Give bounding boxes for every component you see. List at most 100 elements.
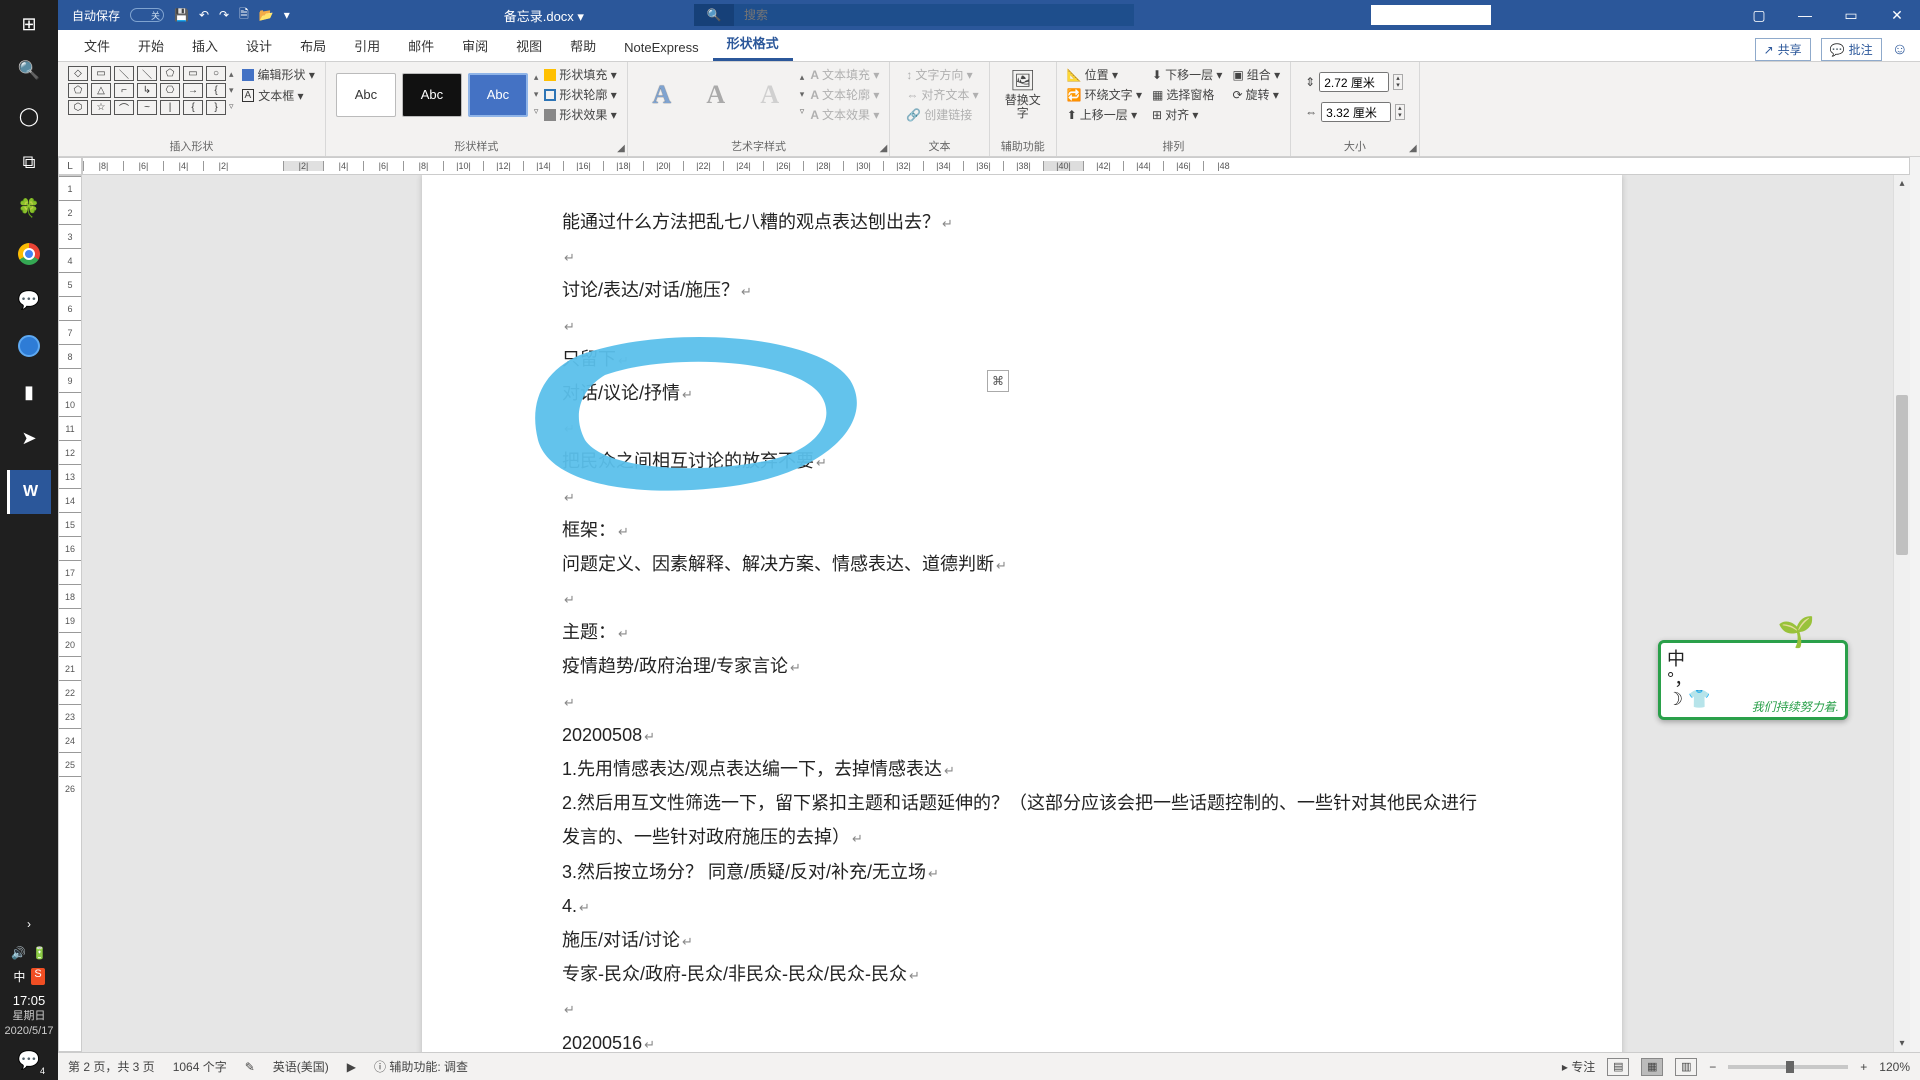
wa-up-icon[interactable]: ▴ — [800, 72, 805, 83]
language-indicator[interactable]: 英语(美国) — [273, 1058, 329, 1075]
shape-fill-button[interactable]: 形状填充 ▾ — [544, 66, 616, 83]
face-icon[interactable]: ☺ — [1892, 41, 1908, 59]
alt-text-button[interactable]: 🖼 替换文字 — [1000, 66, 1046, 124]
chrome-icon[interactable] — [15, 240, 43, 268]
send-backward-button[interactable]: ⬇ 下移一层 ▾ — [1152, 66, 1222, 83]
selection-pane-button[interactable]: ▦ 选择窗格 — [1152, 86, 1222, 103]
dialog-launcher-icon[interactable]: ◢ — [617, 143, 625, 154]
undo-icon[interactable]: ↶ — [199, 8, 209, 22]
freeform-annotation-shape[interactable] — [520, 335, 880, 510]
redo-icon[interactable]: ↷ — [219, 8, 229, 22]
style-up-icon[interactable]: ▴ — [534, 72, 539, 83]
zoom-level[interactable]: 120% — [1879, 1060, 1910, 1074]
scrollbar-thumb[interactable] — [1896, 395, 1908, 555]
bring-forward-button[interactable]: ⬆ 上移一层 ▾ — [1067, 106, 1142, 123]
search-box[interactable]: 🔍 — [694, 4, 1134, 26]
save-icon[interactable]: 💾 — [174, 8, 189, 22]
battery-icon[interactable]: 🔋 — [32, 946, 47, 960]
clock[interactable]: 17:05 星期日 2020/5/17 — [5, 993, 54, 1038]
textbox-button[interactable]: A文本框 ▾ — [242, 87, 315, 104]
page[interactable]: 能通过什么方法把乱七八糟的观点表达刨出去？↵ ↵ 讨论/表达/对话/施压？↵ ↵… — [422, 175, 1622, 1052]
search-icon[interactable]: 🔍 — [694, 4, 734, 26]
ruler-corner[interactable]: L — [58, 157, 82, 175]
scroll-down-icon[interactable]: ▾ — [1894, 1035, 1910, 1052]
comments-button[interactable]: 💬 批注 — [1821, 38, 1882, 61]
blue-app-icon[interactable] — [15, 332, 43, 360]
expand-tray-icon[interactable]: › — [15, 910, 43, 938]
horizontal-ruler[interactable]: |8||6||4||2||2||4||6||8||10||12||14||16|… — [82, 157, 1910, 175]
ribbon-display-icon[interactable]: ▢ — [1736, 0, 1782, 30]
tab-insert[interactable]: 插入 — [178, 30, 232, 61]
document-title[interactable]: 备忘录.docx ▾ — [504, 6, 584, 25]
shape-effects-button[interactable]: 形状效果 ▾ — [544, 106, 616, 123]
layout-options-icon[interactable]: ⌘ — [987, 370, 1009, 392]
vertical-ruler[interactable]: 1234567891011121314151617181920212223242… — [58, 175, 82, 1052]
position-button[interactable]: 📐 位置 ▾ — [1067, 66, 1142, 83]
vertical-scrollbar[interactable]: ▴ ▾ — [1893, 175, 1910, 1052]
zoom-out-icon[interactable]: − — [1709, 1060, 1716, 1074]
volume-icon[interactable]: 🔊 — [11, 946, 26, 960]
group-button[interactable]: ▣ 组合 ▾ — [1232, 66, 1280, 83]
ime-lang-indicator[interactable]: 中 — [13, 968, 25, 985]
scroll-up-icon[interactable]: ▴ — [1894, 175, 1910, 192]
shape-outline-button[interactable]: 形状轮廓 ▾ — [544, 86, 616, 103]
text-fill-button[interactable]: A文本填充 ▾ — [810, 66, 879, 83]
tab-mail[interactable]: 邮件 — [394, 30, 448, 61]
zoom-in-icon[interactable]: + — [1860, 1060, 1867, 1074]
accessibility-status[interactable]: ⓘ 辅助功能: 调查 — [374, 1058, 468, 1075]
cursor-app-icon[interactable]: ➤ — [15, 424, 43, 452]
edit-shape-button[interactable]: 编辑形状 ▾ — [242, 66, 315, 83]
web-layout-icon[interactable]: ▥ — [1675, 1058, 1697, 1076]
tab-home[interactable]: 开始 — [124, 30, 178, 61]
start-icon[interactable]: ⊞ — [15, 10, 43, 38]
tab-review[interactable]: 审阅 — [448, 30, 502, 61]
search-input[interactable] — [734, 8, 1134, 22]
shape-width-input[interactable]: ⇔▴▾ — [1305, 102, 1405, 122]
rotate-button[interactable]: ⟳ 旋转 ▾ — [1232, 86, 1280, 103]
share-button[interactable]: ↗ 共享 — [1755, 38, 1811, 61]
shape-style-gallery[interactable]: Abc Abc Abc ▴ ▾ ▿ — [336, 66, 539, 123]
page-indicator[interactable]: 第 2 页，共 3 页 — [68, 1058, 155, 1075]
qat-more-icon[interactable]: ▾ — [284, 8, 290, 22]
style-more-icon[interactable]: ▿ — [534, 106, 539, 117]
shape-gallery[interactable]: ◇▭＼＼⬠▭○ ⬠△⌐↳⎔→{ ⬡☆⌒~|{} — [68, 66, 227, 115]
tab-layout[interactable]: 布局 — [286, 30, 340, 61]
office-icon[interactable]: ▮ — [15, 378, 43, 406]
tab-help[interactable]: 帮助 — [556, 30, 610, 61]
new-doc-icon[interactable]: 🗎 — [239, 5, 249, 26]
focus-mode-button[interactable]: ▸ 专注 — [1562, 1058, 1595, 1075]
taskview-icon[interactable]: ⧉ — [15, 148, 43, 176]
print-layout-icon[interactable]: ▦ — [1641, 1058, 1663, 1076]
word-count[interactable]: 1064 个字 — [173, 1058, 227, 1075]
cortana-icon[interactable]: ◯ — [15, 102, 43, 130]
text-effects-button[interactable]: A文本效果 ▾ — [810, 106, 879, 123]
wechat-icon[interactable]: 💬 — [15, 286, 43, 314]
autosave-toggle[interactable]: 关 — [130, 8, 164, 22]
zoom-slider[interactable] — [1728, 1065, 1848, 1069]
ime-floating-widget[interactable]: 🌱 中 °， ☽ 👕 我们持续努力着. — [1658, 640, 1848, 720]
shape-height-input[interactable]: ⇕▴▾ — [1305, 72, 1405, 92]
sogou-ime-icon[interactable]: S — [31, 968, 44, 985]
dialog-launcher-icon[interactable]: ◢ — [1409, 143, 1417, 154]
spellcheck-icon[interactable]: ✎ — [245, 1060, 255, 1074]
wa-down-icon[interactable]: ▾ — [800, 89, 805, 100]
maximize-icon[interactable]: ▭ — [1828, 0, 1874, 30]
gallery-more-icon[interactable]: ▿ — [229, 101, 234, 112]
tab-shape-format[interactable]: 形状格式 — [713, 27, 793, 61]
minimize-icon[interactable]: — — [1782, 0, 1828, 30]
tab-view[interactable]: 视图 — [502, 30, 556, 61]
wa-more-icon[interactable]: ▿ — [800, 106, 805, 117]
open-icon[interactable]: 📂 — [259, 8, 274, 22]
read-mode-icon[interactable]: ▤ — [1607, 1058, 1629, 1076]
style-down-icon[interactable]: ▾ — [534, 89, 539, 100]
tab-noteexpress[interactable]: NoteExpress — [610, 34, 712, 61]
wordart-gallery[interactable]: A A A ▴ ▾ ▿ — [638, 66, 805, 123]
tab-design[interactable]: 设计 — [232, 30, 286, 61]
notifications-icon[interactable]: 💬4 — [15, 1046, 43, 1074]
wrap-text-button[interactable]: 🔁 环绕文字 ▾ — [1067, 86, 1142, 103]
search-icon[interactable]: 🔍 — [15, 56, 43, 84]
tab-file[interactable]: 文件 — [70, 30, 124, 61]
word-app-icon[interactable]: W — [7, 470, 51, 514]
text-outline-button[interactable]: A文本轮廓 ▾ — [810, 86, 879, 103]
clover-app-icon[interactable]: 🍀 — [15, 194, 43, 222]
